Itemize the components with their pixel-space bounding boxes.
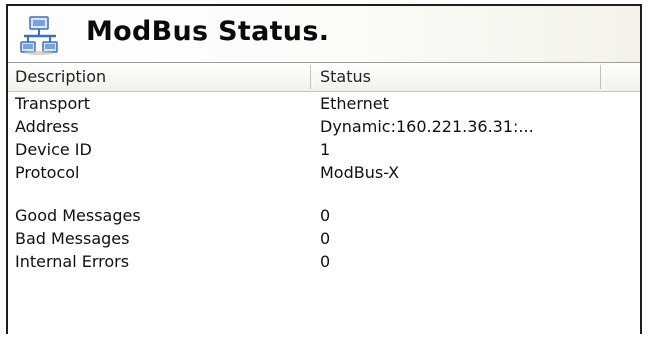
row-label: Bad Messages bbox=[15, 229, 130, 248]
row-label: Transport bbox=[15, 94, 91, 113]
row-label: Protocol bbox=[15, 163, 80, 182]
list-item-internal-errors[interactable]: Internal Errors 0 bbox=[8, 250, 640, 273]
row-label: Address bbox=[15, 117, 79, 136]
list-item-bad-messages[interactable]: Bad Messages 0 bbox=[8, 227, 640, 250]
list-item-protocol[interactable]: Protocol ModBus-X bbox=[8, 161, 640, 184]
window-title: ModBus Status. bbox=[86, 16, 330, 47]
row-value: Ethernet bbox=[320, 94, 389, 113]
modbus-status-window: ModBus Status. Description Status Transp… bbox=[6, 4, 642, 334]
row-label: Internal Errors bbox=[15, 252, 130, 271]
row-value: ModBus-X bbox=[320, 163, 400, 182]
network-icon bbox=[20, 16, 60, 56]
list-item-device-id[interactable]: Device ID 1 bbox=[8, 138, 640, 161]
row-label: Device ID bbox=[15, 140, 92, 159]
row-value: 0 bbox=[320, 206, 331, 225]
list-item-good-messages[interactable]: Good Messages 0 bbox=[8, 204, 640, 227]
row-value: Dynamic:160.221.36.31:... bbox=[320, 117, 534, 136]
status-list: Transport Ethernet Address Dynamic:160.2… bbox=[8, 92, 640, 273]
list-item-transport[interactable]: Transport Ethernet bbox=[8, 92, 640, 115]
row-label: Good Messages bbox=[15, 206, 141, 225]
column-header-empty[interactable] bbox=[602, 63, 640, 91]
title-bar: ModBus Status. bbox=[8, 6, 640, 62]
column-header-status[interactable]: Status bbox=[312, 63, 602, 91]
column-header-description[interactable]: Description bbox=[8, 63, 312, 91]
list-item-address[interactable]: Address Dynamic:160.221.36.31:... bbox=[8, 115, 640, 138]
row-value: 1 bbox=[320, 140, 331, 159]
row-value: 0 bbox=[320, 252, 331, 271]
column-header-row: Description Status bbox=[8, 62, 640, 92]
row-value: 0 bbox=[320, 229, 331, 248]
